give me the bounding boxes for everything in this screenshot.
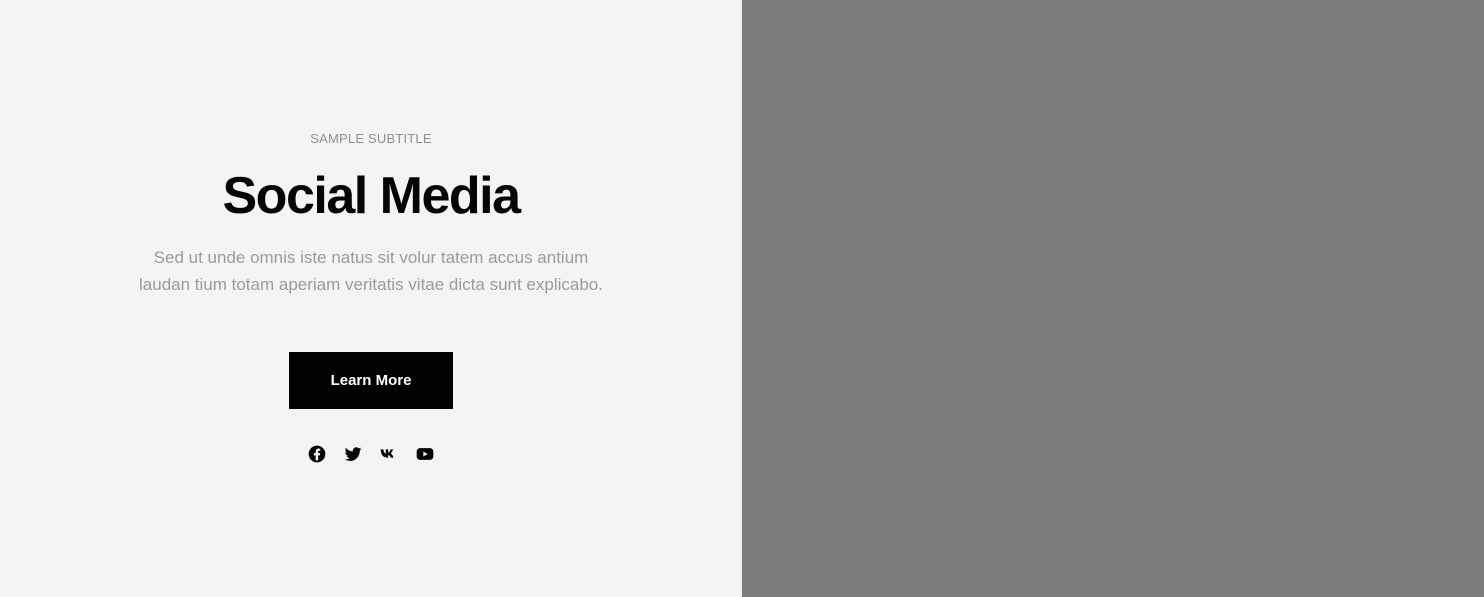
twitter-icon [343, 444, 363, 464]
vk-link[interactable] [379, 444, 399, 464]
facebook-link[interactable] [307, 444, 327, 464]
facebook-icon [307, 444, 327, 464]
page: SAMPLE SUBTITLE Social Media Sed ut unde… [0, 0, 1484, 597]
learn-more-button[interactable]: Learn More [289, 352, 453, 409]
social-links [307, 443, 437, 465]
youtube-icon [415, 444, 435, 464]
hero-subtitle: SAMPLE SUBTITLE [310, 131, 432, 146]
hero-title: Social Media [222, 167, 522, 225]
hero-description: Sed ut unde omnis iste natus sit volur t… [139, 248, 603, 294]
image-placeholder-panel [742, 0, 1484, 597]
vk-icon [379, 444, 399, 464]
hero-text-panel: SAMPLE SUBTITLE Social Media Sed ut unde… [0, 0, 742, 597]
twitter-link[interactable] [343, 444, 363, 464]
youtube-link[interactable] [415, 444, 435, 464]
